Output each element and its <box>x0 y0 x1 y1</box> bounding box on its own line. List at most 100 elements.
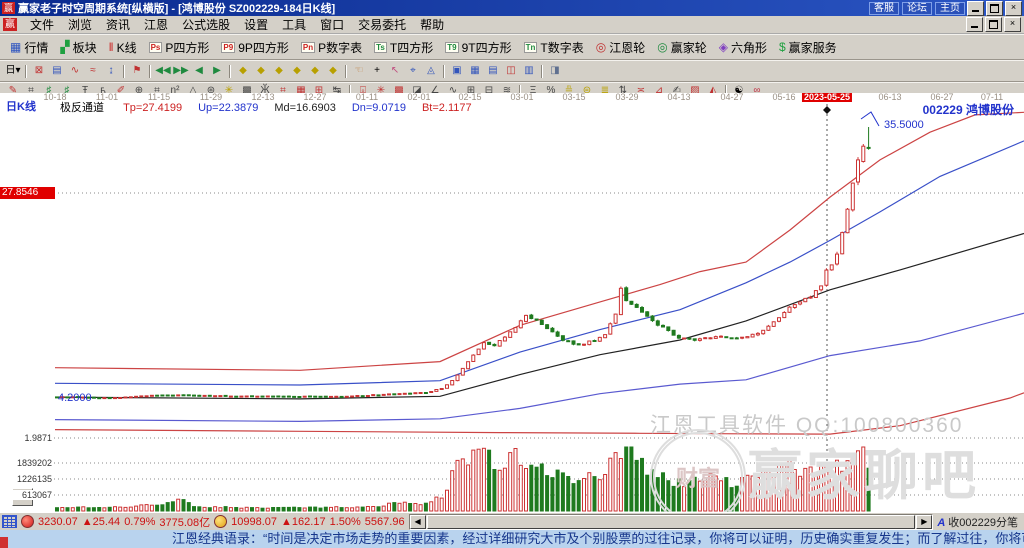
restore-button[interactable] <box>986 0 1003 16</box>
quotes-button[interactable]: ▦ 行情 <box>4 37 54 57</box>
menu-tools[interactable]: 工具 <box>275 16 313 33</box>
period-day-dropdown[interactable]: 日▾ <box>4 64 22 78</box>
crosshair-tool-icon[interactable]: + <box>368 64 386 78</box>
homepage-link[interactable]: 主页 <box>935 1 965 15</box>
first-bar-icon[interactable]: ◀◀ <box>154 64 172 78</box>
measure-tool-icon[interactable]: ◬ <box>422 64 440 78</box>
scrollbar-thumb[interactable] <box>426 514 916 529</box>
forum-link[interactable]: 论坛 <box>902 1 932 15</box>
save-icon[interactable]: ◫ <box>502 64 520 78</box>
indicator-value-2: Md=16.6903 <box>274 102 336 114</box>
menu-settings[interactable]: 设置 <box>237 16 275 33</box>
scroll-left-arrow[interactable]: ◀ <box>409 514 426 529</box>
scale-toggle-icon[interactable]: ↨ <box>102 64 120 78</box>
chart-area: 江恩工具软件 QQ:100800360 财富 赢家聊吧 日K线 极反通道 Tp=… <box>0 93 1024 512</box>
pointer-tool-icon[interactable]: ↖ <box>386 64 404 78</box>
date-tick: 03-15 <box>562 93 586 102</box>
shanghai-index-icon <box>21 515 34 528</box>
app-window: { "window": { "logo": "赢", "title": "赢家老… <box>0 0 1024 548</box>
menu-help[interactable]: 帮助 <box>413 16 451 33</box>
app-logo-icon: 赢 <box>2 2 15 14</box>
flag-mark-icon[interactable]: ⚑ <box>128 64 146 78</box>
date-tick: 04-27 <box>720 93 744 102</box>
customer-service-link[interactable]: 客服 <box>869 1 899 15</box>
t9-square-button[interactable]: T9 9T四方形 <box>439 37 517 57</box>
menu-gann[interactable]: 江恩 <box>137 16 175 33</box>
stock-symbol-label: 002229 鸿博股份 <box>922 103 1014 117</box>
child-restore-button[interactable] <box>985 17 1002 32</box>
last-bar-icon[interactable]: ▶▶ <box>172 64 190 78</box>
child-close-button[interactable]: × <box>1004 17 1021 32</box>
date-tick: 02-15 <box>458 93 482 102</box>
menu-news[interactable]: 资讯 <box>99 16 137 33</box>
date-tick: 12-27 <box>303 93 327 102</box>
window-layout-icon[interactable]: ⊠ <box>30 64 48 78</box>
menu-file[interactable]: 文件 <box>23 16 61 33</box>
status-bar: 3230.07 ▲25.44 0.79% 3775.08亿 10998.07 ▲… <box>0 512 1024 530</box>
price-point-label: 4.2000 <box>58 392 92 404</box>
shanghai-index-value: 3230.07 <box>38 515 78 528</box>
child-minimize-button[interactable] <box>966 17 983 32</box>
shenzhen-index-pct: 1.50% <box>329 515 361 528</box>
sectors-icon: ▞ <box>60 40 70 54</box>
p9-square-button[interactable]: P9 9P四方形 <box>215 37 294 57</box>
prev-bar-icon[interactable]: ◀ <box>190 64 208 78</box>
target-tool-icon[interactable]: ⌖ <box>404 64 422 78</box>
t-table-button[interactable]: Tn T数字表 <box>518 37 590 57</box>
notes-icon[interactable]: ▤ <box>484 64 502 78</box>
highlighted-date-tick: 2023-05-25 <box>801 93 853 102</box>
sectors-button[interactable]: ▞ 板块 <box>54 37 102 57</box>
wave-chart-icon[interactable]: ∿ <box>66 64 84 78</box>
desktop-icon[interactable]: ◨ <box>546 64 564 78</box>
diamond-tool-icon[interactable]: ◆ <box>324 64 342 78</box>
hand-tool-icon[interactable]: ☜ <box>350 64 368 78</box>
wave2-chart-icon[interactable]: ≈ <box>84 64 102 78</box>
horizontal-scrollbar[interactable]: ◀ ▶ <box>408 513 934 530</box>
next-bar-icon[interactable]: ▶ <box>208 64 226 78</box>
info-panel-icon[interactable]: ▤ <box>48 64 66 78</box>
t-square-button[interactable]: Ts T四方形 <box>368 37 439 57</box>
menu-formula-picker[interactable]: 公式选股 <box>175 16 237 33</box>
menu-browse[interactable]: 浏览 <box>61 16 99 33</box>
navigation-toolbar: 日▾ ⊠ ▤ ∿ ≈ ↨ ⚑ ◀◀ ▶▶ ◀ ▶ ◆ ◆ ◆ ◆ ◆ ◆ ☜ + ↖ ⌖ ◬ ▣ ▦ ▤ ◫ ▥ ◨ <box>0 60 1024 82</box>
t-square-button-label: T四方形 <box>389 40 434 55</box>
diamond-tool-icon[interactable]: ◆ <box>234 64 252 78</box>
diamond-tool-icon[interactable]: ◆ <box>288 64 306 78</box>
winner-wheel-button[interactable]: ◎ 赢家轮 <box>651 37 713 57</box>
price-tag: 27.8546 <box>0 187 55 199</box>
gann-wheel-button[interactable]: ◎ 江恩轮 <box>590 37 652 57</box>
grid-window-icon[interactable]: ▣ <box>448 64 466 78</box>
p-table-button[interactable]: Pn P数字表 <box>295 37 368 57</box>
axis-value-label: 613067 <box>2 490 52 500</box>
window-title: 赢家老子时空周期系统[纵横版] - [鸿博股份 SZ002229-184日K线] <box>18 3 336 15</box>
menu-window[interactable]: 窗口 <box>313 16 351 33</box>
shanghai-index-pct: 0.79% <box>124 515 156 528</box>
hexagon-button[interactable]: ◈ 六角形 <box>713 37 773 57</box>
diamond-tool-icon[interactable]: ◆ <box>252 64 270 78</box>
date-tick: 11-15 <box>147 93 171 102</box>
hexagon-button-label: 六角形 <box>730 40 767 55</box>
quote-grid-icon[interactable] <box>2 515 17 528</box>
print-icon[interactable]: ▥ <box>520 64 538 78</box>
calculator-icon[interactable]: ▦ <box>466 64 484 78</box>
date-tick: 02-01 <box>407 93 431 102</box>
indicator-name: 极反通道 <box>60 102 104 114</box>
date-tick: 12-13 <box>251 93 275 102</box>
winner-service-button[interactable]: $ 赢家服务 <box>773 37 843 57</box>
p-square-button[interactable]: Ps P四方形 <box>143 37 216 57</box>
indicator-value-3: Dn=9.0719 <box>351 102 406 114</box>
close-button[interactable]: × <box>1005 0 1022 16</box>
date-tick: 11-01 <box>95 93 119 102</box>
scroll-right-arrow[interactable]: ▶ <box>916 514 933 529</box>
watermark-brand: 赢家聊吧 <box>748 446 980 506</box>
minimize-button[interactable] <box>967 0 984 16</box>
date-tick: 07-11 <box>980 93 1004 102</box>
t9-square-icon: T9 <box>445 41 459 53</box>
diamond-tool-icon[interactable]: ◆ <box>306 64 324 78</box>
tick-data-label[interactable]: A 收002229分笔 <box>937 514 1022 530</box>
diamond-tool-icon[interactable]: ◆ <box>270 64 288 78</box>
shanghai-index-change: ▲25.44 <box>81 515 121 528</box>
kline-button[interactable]: ‖ K线 <box>103 37 143 57</box>
menu-bar: 赢 文件 浏览 资讯 江恩 公式选股 设置 工具 窗口 交易委托 帮助 × <box>0 16 1024 34</box>
menu-trade-entrust[interactable]: 交易委托 <box>351 16 413 33</box>
